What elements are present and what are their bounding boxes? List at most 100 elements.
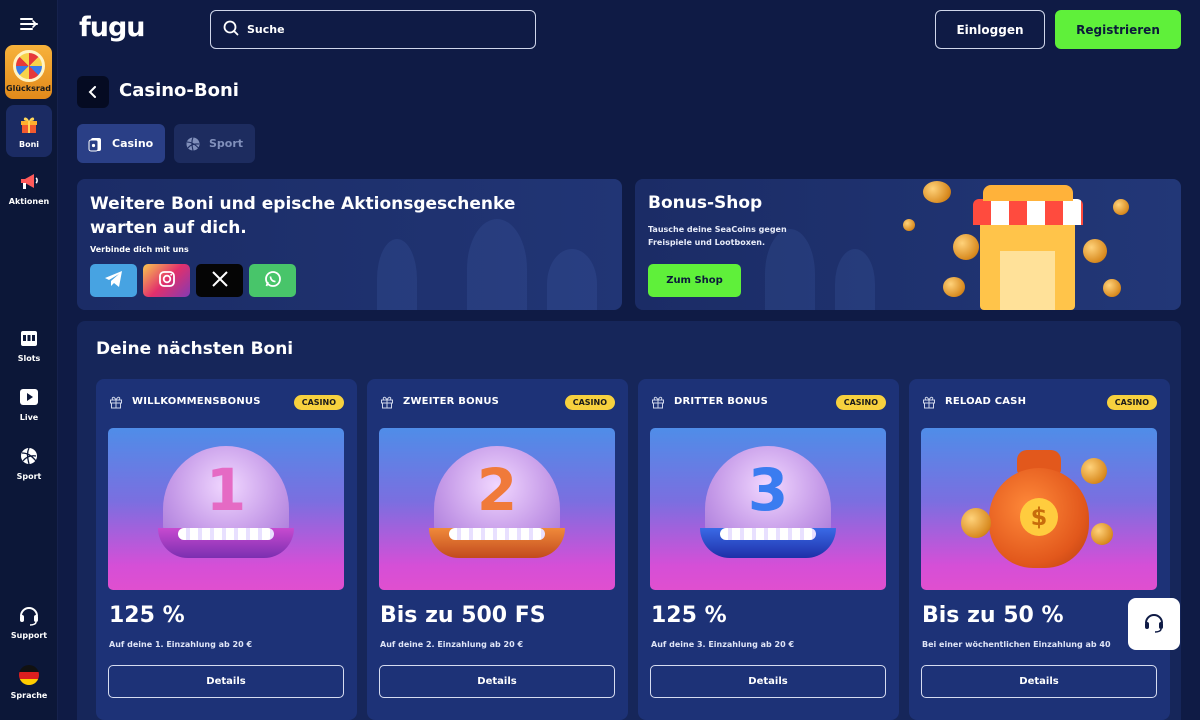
gift-icon	[922, 394, 936, 409]
bonus-image: 1	[108, 428, 344, 590]
tab-sport[interactable]: Sport	[174, 124, 255, 163]
login-button[interactable]: Einloggen	[935, 10, 1045, 49]
details-button[interactable]: Details	[379, 665, 615, 698]
tab-label: Casino	[112, 137, 154, 150]
details-button[interactable]: Details	[650, 665, 886, 698]
sidebar-item-label: Glücksrad	[6, 84, 51, 93]
volleyball-icon	[185, 136, 201, 152]
gift-icon	[651, 394, 665, 409]
social-banner: Weitere Boni und epische Aktionsgeschenk…	[77, 179, 622, 310]
bonus-amount: 125 %	[109, 603, 185, 628]
bonus-description: Auf deine 3. Einzahlung ab 20 €	[651, 640, 795, 649]
social-banner-title: Weitere Boni und epische Aktionsgeschenk…	[90, 194, 516, 238]
dollar-coin-icon: $	[1020, 498, 1058, 536]
sidebar-item-label: Slots	[17, 354, 41, 363]
slot-machine-icon	[18, 327, 40, 349]
category-badge: CASINO	[564, 395, 615, 410]
bonus-description: Bei einer wöchentlichen Einzahlung ab 40	[922, 640, 1111, 649]
bonus-image: 3	[650, 428, 886, 590]
bonus-card[interactable]: DRITTER BONUS CASINO 3 125 % Auf deine 3…	[638, 379, 899, 720]
cards-icon	[88, 136, 104, 152]
bonus-shop-subtitle: Tausche deine SeaCoins gegen Freispiele …	[648, 225, 787, 247]
gift-icon	[18, 113, 40, 135]
menu-toggle-icon[interactable]	[19, 15, 39, 33]
sidebar-item-support[interactable]: Support	[0, 604, 58, 640]
shop-button[interactable]: Zum Shop	[648, 264, 741, 297]
bonus-card[interactable]: RELOAD CASH CASINO $ Bis zu 50 % Bei ein…	[909, 379, 1170, 720]
back-button[interactable]	[77, 76, 109, 108]
category-badge: CASINO	[293, 395, 344, 410]
social-banner-subtitle: Verbinde dich mit uns	[90, 245, 189, 254]
telegram-icon	[104, 270, 124, 292]
play-icon	[18, 386, 40, 408]
telegram-button[interactable]	[90, 264, 137, 297]
section-title: Deine nächsten Boni	[96, 339, 294, 359]
bonus-amount: Bis zu 500 FS	[380, 603, 546, 628]
bonus-numeral: 1	[205, 456, 247, 524]
sidebar-item-sport[interactable]: Sport	[0, 445, 58, 481]
sidebar-item-aktionen[interactable]: Aktionen	[0, 170, 58, 206]
sidebar-item-label: Aktionen	[8, 197, 50, 206]
sidebar-item-gluecksrad[interactable]: Glücksrad	[5, 45, 52, 99]
next-bonuses-panel: Deine nächsten Boni WILLKOMMENSBONUS CAS…	[77, 321, 1181, 720]
sidebar-item-label: Support	[10, 631, 48, 640]
bonus-amount: Bis zu 50 %	[922, 603, 1064, 628]
chevron-left-icon	[88, 83, 98, 102]
headset-icon	[18, 604, 40, 626]
german-flag-icon	[18, 664, 40, 686]
logo[interactable]: fugu	[79, 12, 146, 43]
whatsapp-button[interactable]	[249, 264, 296, 297]
search-icon	[223, 20, 239, 40]
bonus-image: 2	[379, 428, 615, 590]
sidebar-item-label: Sprache	[10, 691, 48, 700]
details-button[interactable]: Details	[108, 665, 344, 698]
support-chat-button[interactable]	[1128, 598, 1180, 650]
bonus-shop-banner: Bonus-Shop Tausche deine SeaCoins gegen …	[635, 179, 1181, 310]
headset-icon	[1142, 610, 1166, 638]
sidebar-item-slots[interactable]: Slots	[0, 327, 58, 363]
gift-icon	[109, 394, 123, 409]
seaweed-decoration	[835, 249, 875, 310]
tab-casino[interactable]: Casino	[77, 124, 165, 163]
shop-illustration	[883, 179, 1181, 310]
search-bar[interactable]	[210, 10, 536, 49]
bonus-name: ZWEITER BONUS	[403, 395, 500, 407]
seaweed-decoration	[377, 239, 417, 310]
tab-label: Sport	[209, 137, 244, 150]
megaphone-icon	[18, 170, 40, 192]
bonus-card[interactable]: ZWEITER BONUS CASINO 2 Bis zu 500 FS Auf…	[367, 379, 628, 720]
sidebar-item-label: Sport	[16, 472, 42, 481]
bonus-description: Auf deine 1. Einzahlung ab 20 €	[109, 640, 253, 649]
instagram-icon	[158, 270, 176, 292]
bonus-name: DRITTER BONUS	[674, 395, 769, 407]
bonus-numeral: 3	[747, 456, 789, 524]
volleyball-icon	[18, 445, 40, 467]
sidebar: Glücksrad Boni Aktionen Slots Live Sport	[0, 0, 58, 720]
whatsapp-icon	[264, 270, 282, 292]
sidebar-item-label: Boni	[18, 140, 40, 149]
bonus-amount: 125 %	[651, 603, 727, 628]
x-button[interactable]	[196, 264, 243, 297]
gift-icon	[380, 394, 394, 409]
bonus-shop-title: Bonus-Shop	[648, 193, 763, 213]
seaweed-decoration	[547, 249, 597, 310]
page-title: Casino-Boni	[119, 80, 239, 101]
wheel-icon	[12, 50, 45, 82]
bonus-card[interactable]: WILLKOMMENSBONUS CASINO 1 125 % Auf dein…	[96, 379, 357, 720]
register-button[interactable]: Registrieren	[1055, 10, 1181, 49]
bonus-description: Auf deine 2. Einzahlung ab 20 €	[380, 640, 524, 649]
category-badge: CASINO	[835, 395, 886, 410]
sidebar-item-boni[interactable]: Boni	[0, 113, 58, 149]
details-button[interactable]: Details	[921, 665, 1157, 698]
sidebar-item-label: Live	[19, 413, 39, 422]
sidebar-item-sprache[interactable]: Sprache	[0, 664, 58, 700]
category-badge: CASINO	[1106, 395, 1157, 410]
instagram-button[interactable]	[143, 264, 190, 297]
x-icon	[211, 270, 229, 292]
sidebar-item-live[interactable]: Live	[0, 386, 58, 422]
bonus-numeral: 2	[476, 456, 518, 524]
bonus-name: RELOAD CASH	[945, 395, 1027, 407]
bonus-name: WILLKOMMENSBONUS	[132, 395, 261, 407]
bonus-image: $	[921, 428, 1157, 590]
search-input[interactable]	[247, 23, 507, 36]
